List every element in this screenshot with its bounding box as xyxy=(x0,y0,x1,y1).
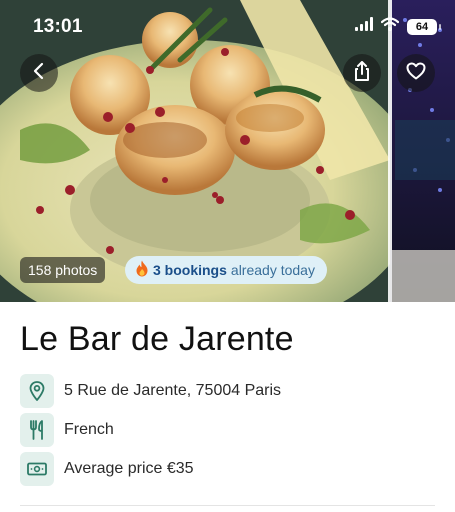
price-text: Average price €35 xyxy=(64,460,194,477)
favorite-button[interactable] xyxy=(397,54,435,92)
back-button[interactable] xyxy=(20,54,58,92)
status-icons: 64 xyxy=(355,17,441,36)
cuisine-row: French xyxy=(20,413,114,447)
wifi-icon xyxy=(380,17,400,36)
price-row: Average price €35 xyxy=(20,452,194,486)
bookings-suffix: already today xyxy=(230,262,315,278)
banknote-icon xyxy=(20,452,54,486)
restaurant-name: Le Bar de Jarente xyxy=(20,320,294,358)
back-arrow-icon xyxy=(30,62,48,85)
signal-icon xyxy=(355,17,373,36)
location-pin-icon xyxy=(20,374,54,408)
status-bar: 13:01 64 xyxy=(0,0,455,56)
cuisine-text: French xyxy=(64,421,114,438)
photo-count-badge[interactable]: 158 photos xyxy=(20,257,106,283)
restaurant-photo-carousel[interactable]: 13:01 64 158 photos 3 bookings already t… xyxy=(0,0,455,302)
section-divider xyxy=(20,505,435,506)
battery-icon: 64 xyxy=(407,18,441,35)
address-row[interactable]: 5 Rue de Jarente, 75004 Paris xyxy=(20,374,281,408)
heart-icon xyxy=(406,62,426,85)
bookings-badge: 3 bookings already today xyxy=(125,256,327,284)
share-button[interactable] xyxy=(343,54,381,92)
share-icon xyxy=(353,60,371,86)
fork-knife-icon xyxy=(20,413,54,447)
status-time: 13:01 xyxy=(33,16,83,37)
fire-icon xyxy=(135,260,149,280)
bookings-count: 3 bookings xyxy=(153,262,227,278)
address-text: 5 Rue de Jarente, 75004 Paris xyxy=(64,382,282,399)
